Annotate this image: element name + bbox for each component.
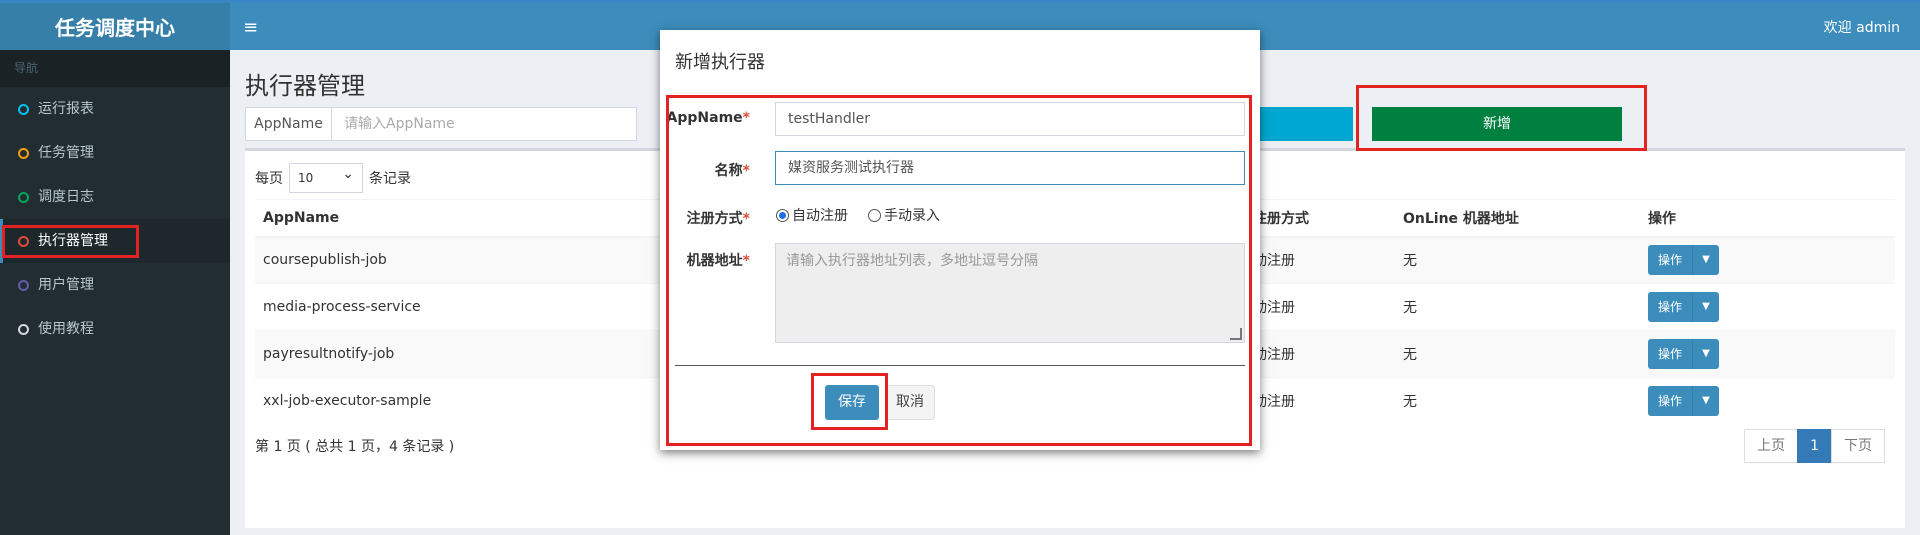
action-dropdown-button[interactable]: 操作 ▼ bbox=[1648, 245, 1720, 276]
cell-registration: 动注册 bbox=[1245, 330, 1395, 378]
radio-unchecked-icon bbox=[868, 208, 881, 222]
modal-divider bbox=[675, 365, 1245, 366]
cell-registration: 动注册 bbox=[1245, 283, 1395, 331]
name-input[interactable]: 媒资服务测试执行器 bbox=[775, 151, 1245, 185]
action-dropdown-button[interactable]: 操作 ▼ bbox=[1648, 386, 1720, 417]
cell-address: 无 bbox=[1395, 377, 1640, 425]
address-label: 机器地址* bbox=[660, 250, 750, 270]
menu-toggle-icon[interactable]: ≡ bbox=[243, 3, 258, 53]
resize-handle-icon[interactable] bbox=[1230, 328, 1242, 340]
sidebar-item-jobs[interactable]: 任务管理 bbox=[0, 131, 230, 175]
cell-actions: 操作 ▼ bbox=[1640, 377, 1895, 425]
cell-address: 无 bbox=[1395, 283, 1640, 331]
address-label-text: 机器地址 bbox=[686, 253, 743, 269]
cell-address: 无 bbox=[1395, 236, 1640, 284]
circle-icon bbox=[18, 324, 29, 335]
radio-auto-label: 自动注册 bbox=[792, 208, 848, 224]
save-button[interactable]: 保存 bbox=[825, 385, 879, 420]
column-header-actions: 操作 bbox=[1640, 199, 1895, 238]
cell-registration: 动注册 bbox=[1245, 236, 1395, 284]
per-page-prefix: 每页 bbox=[255, 171, 283, 187]
address-placeholder: 请输入执行器地址列表，多地址逗号分隔 bbox=[786, 253, 1038, 269]
sidebar-item-label: 使用教程 bbox=[38, 321, 94, 337]
action-label: 操作 bbox=[1648, 292, 1694, 322]
appname-input[interactable]: testHandler bbox=[775, 102, 1245, 136]
sidebar-item-executors[interactable]: 执行器管理 bbox=[0, 219, 230, 263]
appname-label: AppName* bbox=[660, 110, 750, 126]
sidebar-item-label: 运行报表 bbox=[38, 101, 94, 117]
required-mark: * bbox=[742, 253, 750, 269]
required-mark: * bbox=[742, 110, 750, 126]
radio-manual-label: 手动录入 bbox=[884, 208, 940, 224]
cell-registration: 动注册 bbox=[1245, 377, 1395, 425]
appname-search-input[interactable]: 请输入AppName bbox=[332, 108, 636, 140]
registration-label-text: 注册方式 bbox=[686, 211, 743, 227]
name-label: 名称* bbox=[660, 160, 750, 180]
caret-down-icon: ▼ bbox=[1702, 348, 1710, 359]
cell-address: 无 bbox=[1395, 330, 1640, 378]
sidebar-item-label: 任务管理 bbox=[38, 145, 94, 161]
sidebar-item-label: 用户管理 bbox=[38, 277, 94, 293]
page-length-control: 每页 10 条记录 bbox=[255, 160, 411, 193]
add-executor-modal: 新增执行器 AppName* testHandler 名称* 媒资服务测试执行器… bbox=[660, 30, 1260, 450]
cell-actions: 操作 ▼ bbox=[1640, 236, 1895, 284]
sidebar-item-label: 执行器管理 bbox=[38, 233, 108, 249]
modal-title: 新增执行器 bbox=[675, 52, 765, 73]
address-textarea[interactable]: 请输入执行器地址列表，多地址逗号分隔 bbox=[775, 243, 1245, 343]
column-header-online-address[interactable]: OnLine 机器地址 bbox=[1395, 199, 1640, 238]
cell-actions: 操作 ▼ bbox=[1640, 283, 1895, 331]
add-executor-button[interactable]: 新增 bbox=[1372, 107, 1622, 141]
name-label-text: 名称 bbox=[714, 163, 743, 179]
required-mark: * bbox=[742, 211, 750, 227]
caret-down-icon: ▼ bbox=[1702, 254, 1710, 266]
registration-label: 注册方式* bbox=[660, 208, 750, 228]
action-label: 操作 bbox=[1648, 245, 1694, 276]
next-page-button[interactable]: 下页 bbox=[1831, 429, 1885, 463]
page-length-select[interactable]: 10 bbox=[289, 160, 363, 193]
sidebar-item-users[interactable]: 用户管理 bbox=[0, 263, 230, 307]
radio-manual-entry[interactable]: 手动录入 bbox=[868, 205, 940, 225]
table-info: 第 1 页 ( 总共 1 页，4 条记录 ) bbox=[255, 439, 455, 455]
appname-filter: AppName 请输入AppName bbox=[245, 107, 637, 141]
appname-label-text: AppName bbox=[666, 110, 743, 126]
sidebar-item-report[interactable]: 运行报表 bbox=[0, 87, 230, 131]
sidebar-item-label: 调度日志 bbox=[38, 189, 94, 205]
circle-icon bbox=[18, 236, 29, 247]
cell-actions: 操作 ▼ bbox=[1640, 330, 1895, 378]
filter-label: AppName bbox=[246, 108, 332, 140]
radio-auto-register[interactable]: 自动注册 bbox=[776, 205, 848, 225]
sidebar-item-logs[interactable]: 调度日志 bbox=[0, 175, 230, 219]
sidebar-header: 导航 bbox=[0, 50, 230, 87]
page-1-button[interactable]: 1 bbox=[1797, 429, 1832, 463]
action-label: 操作 bbox=[1648, 386, 1694, 417]
circle-icon bbox=[18, 192, 29, 203]
action-label: 操作 bbox=[1648, 339, 1694, 369]
radio-checked-icon bbox=[776, 208, 789, 222]
cancel-button[interactable]: 取消 bbox=[885, 385, 935, 420]
action-dropdown-button[interactable]: 操作 ▼ bbox=[1648, 339, 1720, 369]
required-mark: * bbox=[742, 163, 750, 179]
page-length-value: 10 bbox=[298, 171, 314, 185]
user-menu[interactable]: 欢迎 admin bbox=[1824, 3, 1900, 53]
caret-down-icon: ▼ bbox=[1702, 301, 1710, 312]
pagination: 上页 1 下页 bbox=[1744, 429, 1885, 463]
caret-down-icon: ▼ bbox=[1702, 395, 1710, 407]
action-dropdown-button[interactable]: 操作 ▼ bbox=[1648, 292, 1720, 322]
circle-icon bbox=[18, 148, 29, 159]
column-header-registration[interactable]: 注册方式 bbox=[1245, 199, 1395, 238]
sidebar: 导航 运行报表 任务管理 调度日志 执行器管理 用户管理 使用教程 bbox=[0, 50, 230, 535]
app-logo[interactable]: 任务调度中心 bbox=[0, 3, 230, 53]
circle-icon bbox=[18, 104, 29, 115]
circle-icon bbox=[18, 280, 29, 291]
prev-page-button[interactable]: 上页 bbox=[1744, 429, 1799, 463]
sidebar-item-tutorial[interactable]: 使用教程 bbox=[0, 307, 230, 351]
search-button[interactable] bbox=[1245, 107, 1353, 141]
per-page-suffix: 条记录 bbox=[369, 171, 411, 187]
page-title: 执行器管理 bbox=[245, 72, 365, 100]
